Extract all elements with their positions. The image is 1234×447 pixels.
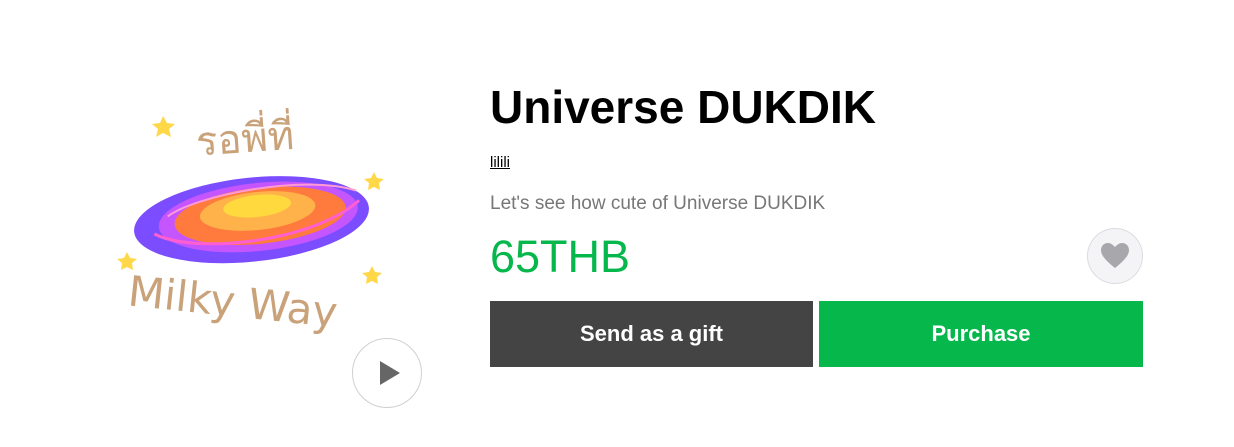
galaxy-sticker-image: รอพี่ที่ Milky Way (117, 108, 384, 337)
purchase-button[interactable]: Purchase (819, 301, 1143, 367)
product-info: Universe DUKDIK lilili Let's see how cut… (490, 0, 1143, 447)
author-link[interactable]: lilili (490, 154, 510, 172)
product-title: Universe DUKDIK (490, 81, 876, 133)
sticker-milky-way-lettering: Milky Way (126, 266, 340, 337)
play-icon (380, 361, 400, 385)
product-description: Let's see how cute of Universe DUKDIK (490, 193, 826, 214)
heart-icon (1101, 243, 1129, 268)
play-preview-button[interactable] (352, 338, 422, 408)
product-price: 65THB (490, 231, 631, 282)
sticker-thai-lettering: รอพี่ที่ (194, 108, 296, 166)
favorite-button[interactable] (1087, 228, 1143, 284)
sticker-product-detail: รอพี่ที่ Milky Way Universe DUKDIK lilil… (0, 0, 1234, 447)
send-as-gift-button[interactable]: Send as a gift (490, 301, 813, 367)
sticker-preview: รอพี่ที่ Milky Way (108, 80, 388, 370)
